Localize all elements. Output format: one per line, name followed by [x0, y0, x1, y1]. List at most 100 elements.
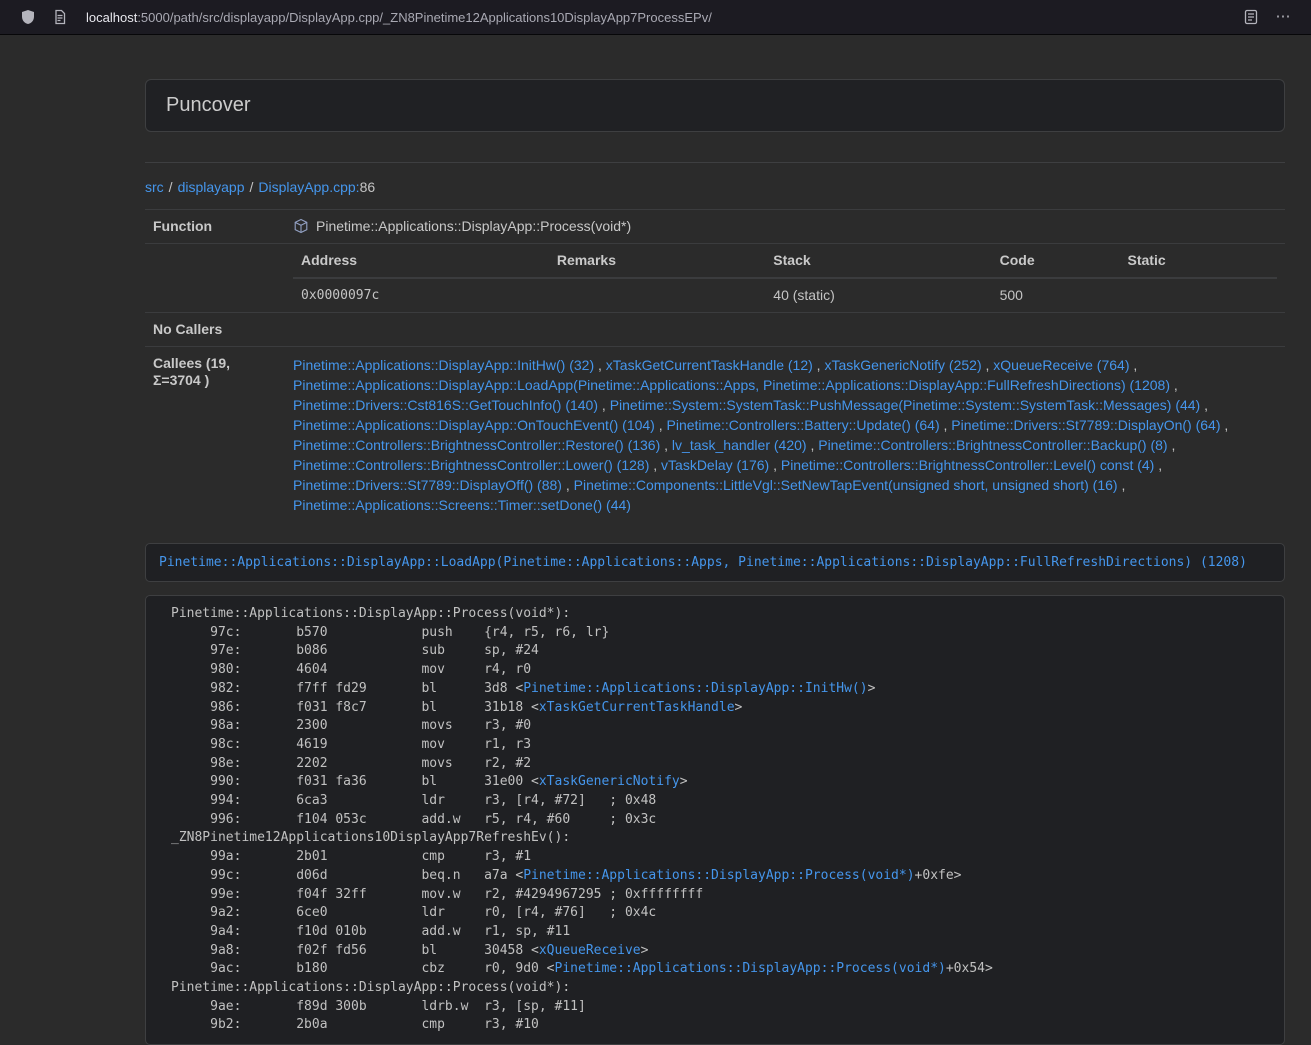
column-header-code: Code [992, 244, 1120, 278]
asm-symbol-link[interactable]: Pinetime::Applications::DisplayApp::Init… [523, 681, 867, 696]
asm-line: 982: f7ff fd29 bl 3d8 <Pinetime::Applica… [171, 680, 1259, 699]
asm-line: 9ac: b180 cbz r0, 9d0 <Pinetime::Applica… [171, 960, 1259, 979]
asm-line: Pinetime::Applications::DisplayApp::Proc… [171, 605, 1259, 624]
app-header-panel: Puncover [145, 79, 1285, 132]
callee-link[interactable]: vTaskDelay (176) [661, 457, 769, 473]
callee-separator: , [1200, 397, 1208, 413]
selected-callee-link[interactable]: Pinetime::Applications::DisplayApp::Load… [159, 555, 1247, 570]
asm-line: 9b2: 2b0a cmp r3, #10 [171, 1016, 1259, 1035]
function-name-cell: Pinetime::Applications::DisplayApp::Proc… [285, 210, 1285, 244]
stack-value: 40 (static) [765, 278, 991, 312]
callee-link[interactable]: Pinetime::System::SystemTask::PushMessag… [610, 397, 1201, 413]
callee-link[interactable]: Pinetime::Applications::DisplayApp::Load… [293, 377, 1170, 393]
breadcrumb-link-src[interactable]: src [145, 179, 164, 195]
callee-link[interactable]: Pinetime::Controllers::BrightnessControl… [818, 437, 1167, 453]
asm-line: 98e: 2202 movs r2, #2 [171, 755, 1259, 774]
callee-link[interactable]: Pinetime::Drivers::St7789::DisplayOn() (… [951, 417, 1220, 433]
asm-line: _ZN8Pinetime12Applications10DisplayApp7R… [171, 829, 1259, 848]
asm-line: 9a8: f02f fd56 bl 30458 <xQueueReceive> [171, 942, 1259, 961]
static-value [1120, 278, 1277, 312]
asm-symbol-link[interactable]: Pinetime::Applications::DisplayApp::Proc… [523, 868, 914, 883]
url-host: localhost [86, 10, 137, 25]
asm-line: 98a: 2300 movs r3, #0 [171, 717, 1259, 736]
main-content: Puncover src/displayapp/DisplayApp.cpp:8… [145, 79, 1285, 1045]
breadcrumb-link-file[interactable]: DisplayApp.cpp: [258, 179, 359, 195]
asm-line: 97c: b570 push {r4, r5, r6, lr} [171, 624, 1259, 643]
asm-line: 980: 4604 mov r4, r0 [171, 661, 1259, 680]
callees-cell: Pinetime::Applications::DisplayApp::Init… [285, 347, 1285, 524]
function-name: Pinetime::Applications::DisplayApp::Proc… [316, 218, 631, 234]
asm-symbol-link[interactable]: xTaskGetCurrentTaskHandle [539, 700, 735, 715]
callee-link[interactable]: Pinetime::Applications::DisplayApp::OnTo… [293, 417, 655, 433]
disassembly-panel: Pinetime::Applications::DisplayApp::Proc… [145, 595, 1285, 1045]
asm-symbol-link[interactable]: xTaskGenericNotify [539, 774, 680, 789]
callee-link[interactable]: Pinetime::Controllers::BrightnessControl… [293, 457, 649, 473]
url-bar[interactable]: localhost:5000/path/src/displayapp/Displ… [86, 10, 1235, 25]
page-title: Puncover [166, 94, 251, 116]
asm-line: 9a4: f10d 010b add.w r1, sp, #11 [171, 923, 1259, 942]
callee-link[interactable]: lv_task_handler (420) [672, 437, 807, 453]
function-row: Function Pinetime::Applications::Display… [145, 210, 1285, 244]
breadcrumb-line-number: 86 [360, 179, 376, 195]
callee-separator: , [660, 437, 672, 453]
callee-separator: , [1154, 457, 1162, 473]
asm-line: 99e: f04f 32ff mov.w r2, #4294967295 ; 0… [171, 886, 1259, 905]
callee-separator: , [769, 457, 781, 473]
callee-separator: , [1129, 357, 1137, 373]
asm-line: 99a: 2b01 cmp r3, #1 [171, 848, 1259, 867]
asm-line: 99c: d06d beq.n a7a <Pinetime::Applicati… [171, 867, 1259, 886]
detail-value-row: 0x0000097c 40 (static) 500 [293, 278, 1277, 312]
function-detail-cell: Address Remarks Stack Code Static 0x0000… [285, 244, 1285, 313]
page-info-icon[interactable] [52, 9, 68, 25]
callees-label: Callees (19, Σ=3704 ) [145, 347, 285, 524]
callee-link[interactable]: xTaskGetCurrentTaskHandle (12) [606, 357, 813, 373]
asm-line: 98c: 4619 mov r1, r3 [171, 736, 1259, 755]
tracking-shield-icon[interactable] [20, 9, 36, 25]
callee-separator: , [649, 457, 661, 473]
reader-mode-icon[interactable] [1243, 9, 1259, 25]
callee-link[interactable]: Pinetime::Components::LittleVgl::SetNewT… [574, 477, 1118, 493]
asm-symbol-link[interactable]: xQueueReceive [539, 943, 641, 958]
column-header-remarks: Remarks [549, 244, 765, 278]
asm-line: 996: f104 053c add.w r5, r4, #60 ; 0x3c [171, 811, 1259, 830]
no-callers-cell [285, 313, 1285, 347]
breadcrumb-link-displayapp[interactable]: displayapp [178, 179, 245, 195]
selected-callee-panel: Pinetime::Applications::DisplayApp::Load… [145, 543, 1285, 582]
callee-separator: , [807, 437, 819, 453]
asm-line: 986: f031 f8c7 bl 31b18 <xTaskGetCurrent… [171, 699, 1259, 718]
callee-link[interactable]: Pinetime::Applications::DisplayApp::Init… [293, 357, 594, 373]
callee-link[interactable]: Pinetime::Drivers::St7789::DisplayOff() … [293, 477, 562, 493]
callee-link[interactable]: Pinetime::Controllers::Battery::Update()… [667, 417, 940, 433]
code-value: 500 [992, 278, 1120, 312]
function-detail-row: Address Remarks Stack Code Static 0x0000… [145, 244, 1285, 313]
no-callers-row: No Callers [145, 313, 1285, 347]
callee-link[interactable]: xTaskGenericNotify (252) [824, 357, 981, 373]
asm-symbol-link[interactable]: Pinetime::Applications::DisplayApp::Proc… [555, 961, 946, 976]
asm-line: Pinetime::Applications::DisplayApp::Proc… [171, 979, 1259, 998]
divider [145, 162, 1285, 163]
disassembly-listing: Pinetime::Applications::DisplayApp::Proc… [171, 605, 1259, 1035]
browser-chrome: localhost:5000/path/src/displayapp/Displ… [0, 0, 1311, 35]
callee-link[interactable]: Pinetime::Controllers::BrightnessControl… [293, 437, 660, 453]
callee-separator: , [655, 417, 667, 433]
row-label-empty [145, 244, 285, 313]
callee-link[interactable]: xQueueReceive (764) [993, 357, 1129, 373]
no-callers-label: No Callers [145, 313, 285, 347]
callee-separator: , [813, 357, 825, 373]
column-header-address: Address [293, 244, 549, 278]
callee-link[interactable]: Pinetime::Controllers::BrightnessControl… [781, 457, 1154, 473]
callee-link[interactable]: Pinetime::Drivers::Cst816S::GetTouchInfo… [293, 397, 598, 413]
function-row-label: Function [145, 210, 285, 244]
remarks-value [549, 278, 765, 312]
callee-separator: , [1168, 437, 1176, 453]
function-type-icon [293, 218, 309, 234]
asm-line: 994: 6ca3 ldr r3, [r4, #72] ; 0x48 [171, 792, 1259, 811]
address-value: 0x0000097c [293, 278, 549, 312]
callee-separator: , [1221, 417, 1229, 433]
function-detail-table: Address Remarks Stack Code Static 0x0000… [293, 244, 1277, 312]
asm-line: 9ae: f89d 300b ldrb.w r3, [sp, #11] [171, 998, 1259, 1017]
callee-separator: , [982, 357, 994, 373]
callee-link[interactable]: Pinetime::Applications::Screens::Timer::… [293, 497, 631, 513]
page-actions-icon[interactable]: ⋯ [1275, 9, 1291, 25]
callee-separator: , [594, 357, 606, 373]
